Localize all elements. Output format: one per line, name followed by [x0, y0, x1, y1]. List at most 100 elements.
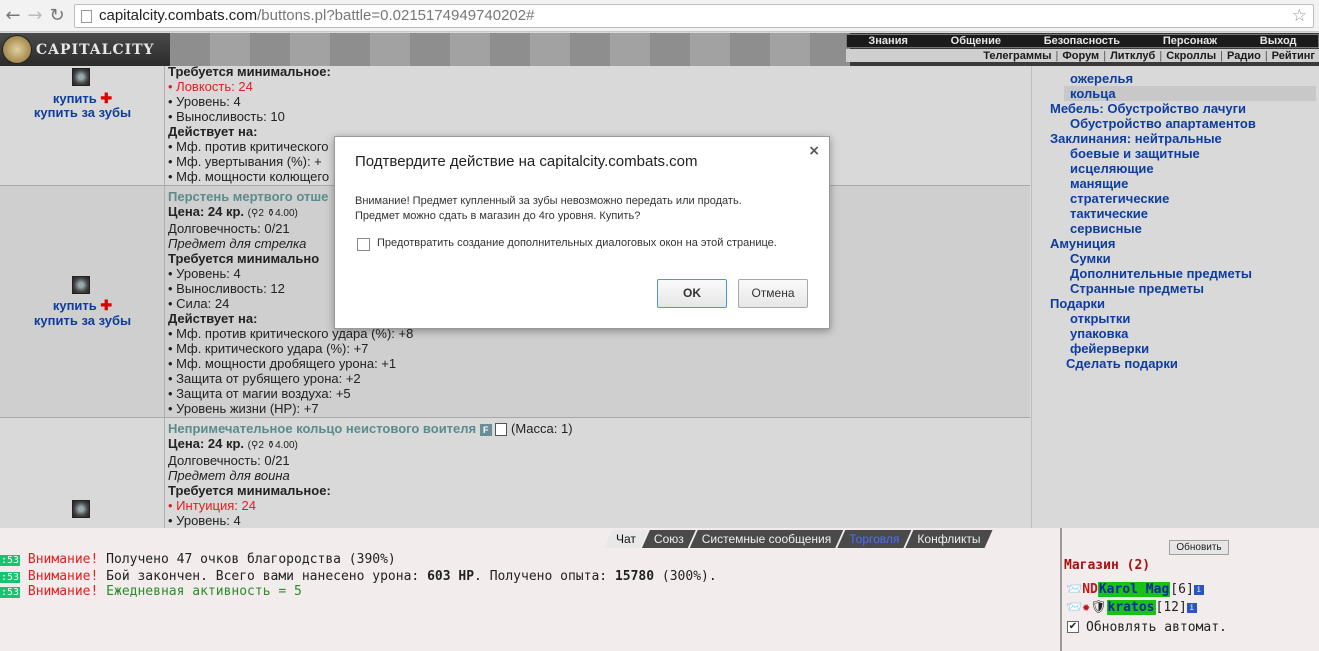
submenu-telegrams[interactable]: Телеграммы — [983, 50, 1051, 62]
info-icon[interactable]: i — [1186, 602, 1197, 613]
tab-conflicts[interactable]: Конфликты — [905, 530, 992, 548]
user-entry: 📨✹🛡kratos[12] i — [1066, 600, 1197, 615]
address-bar[interactable]: capitalcity.combats.com/buttons.pl?battl… — [74, 4, 1314, 28]
cancel-button[interactable]: Отмена — [738, 279, 808, 308]
url-path: /buttons.pl?battle=0.0215174949740202# — [257, 7, 535, 24]
page-icon — [81, 10, 92, 23]
timestamp[interactable]: :53 — [0, 587, 21, 598]
document-icon[interactable] — [495, 423, 508, 437]
info-icon[interactable]: i — [1193, 584, 1204, 595]
private-message-icon[interactable]: 📨 — [1066, 600, 1082, 615]
refresh-button[interactable]: Обновить — [1169, 540, 1229, 555]
sub-menu: Телеграммы | Форум | Литклуб | Скроллы | Рад… — [846, 49, 1319, 62]
effect-line: Защита от рубящего урона: +2 — [176, 371, 361, 386]
chat-message: :53 Внимание! Получено 47 очков благород… — [0, 552, 396, 567]
tab-union[interactable]: Союз — [642, 530, 696, 548]
item-price-extra: (⚲2 ⚱4.00) — [247, 208, 298, 219]
suppress-dialogs-checkbox[interactable] — [357, 238, 370, 251]
confirm-dialog: Подтвердите действие на capitalcity.comb… — [334, 136, 830, 329]
align-icon: 🛡 — [1090, 600, 1107, 615]
bookmark-star-icon[interactable]: ☆ — [1292, 5, 1307, 27]
chat-tabs: Чат Союз Системные сообщения Торговля Ко… — [604, 530, 987, 548]
dialog-title: Подтвердите действие на capitalcity.comb… — [355, 153, 698, 170]
f-badge-icon[interactable]: F — [479, 423, 492, 436]
item-price: Цена: 24 кр. — [168, 436, 245, 452]
category-bags[interactable]: Сумки — [1070, 251, 1111, 266]
menu-exit[interactable]: Выход — [1260, 35, 1297, 47]
logo-text: CAPITALCITY — [36, 42, 155, 58]
category-healing[interactable]: исцеляющие — [1070, 161, 1154, 176]
menu-knowledge[interactable]: Знания — [868, 35, 907, 47]
shop-title: Магазин (2) — [1064, 558, 1151, 573]
user-name[interactable]: kratos — [1106, 600, 1156, 615]
auto-refresh-checkbox[interactable]: ✔ — [1067, 621, 1079, 633]
url-host: capitalcity.combats.com — [99, 7, 258, 24]
menu-character[interactable]: Персонаж — [1163, 35, 1217, 47]
back-icon[interactable]: ← — [2, 5, 24, 27]
req-title: Требуется минимальное: — [168, 483, 331, 499]
category-ammunition[interactable]: Амуниция — [1050, 236, 1115, 251]
req-title: Требуется минимальное: — [168, 66, 331, 79]
item-name[interactable]: Непримечательное кольцо неистового воите… — [168, 421, 476, 436]
suppress-dialogs-label[interactable]: Предотвратить создание дополнительных ди… — [377, 237, 777, 249]
req-line: Уровень: 4 — [176, 513, 241, 528]
buy-link[interactable]: купить ✚ — [0, 297, 165, 314]
tab-trade[interactable]: Торговля — [837, 530, 911, 548]
category-combat-spells[interactable]: боевые и защитные — [1070, 146, 1200, 161]
item-price-extra: (⚲2 ⚱4.00) — [247, 440, 298, 452]
category-packaging[interactable]: упаковка — [1070, 326, 1128, 341]
dialog-message: Внимание! Предмет купленный за зубы нево… — [355, 195, 742, 222]
browser-toolbar: ← → ↻ capitalcity.combats.com/buttons.pl… — [0, 0, 1319, 32]
top-menu: Знания Общение Безопасность Персонаж Вых… — [846, 34, 1319, 48]
category-service[interactable]: сервисные — [1070, 221, 1142, 236]
submenu-scrolls[interactable]: Скроллы — [1166, 50, 1216, 62]
category-luring[interactable]: манящие — [1070, 176, 1128, 191]
category-furniture[interactable]: Мебель: Обустройство лачуги — [1050, 101, 1246, 116]
category-fireworks[interactable]: фейерверки — [1070, 341, 1149, 356]
logo: CAPITALCITY — [0, 33, 170, 66]
close-icon[interactable]: × — [808, 143, 820, 159]
crest-icon — [2, 35, 32, 64]
timestamp[interactable]: :53 — [0, 572, 21, 583]
reload-icon[interactable]: ↻ — [46, 5, 68, 27]
req-line: Интуиция: 24 — [176, 498, 256, 514]
submenu-radio[interactable]: Радио — [1227, 50, 1261, 62]
category-rings[interactable]: кольца — [1070, 86, 1116, 101]
submenu-forum[interactable]: Форум — [1062, 50, 1099, 62]
category-list: ожерелья кольца Мебель: Обустройство лач… — [1031, 66, 1319, 528]
category-tactical[interactable]: тактические — [1070, 206, 1148, 221]
menu-security[interactable]: Безопасность — [1044, 35, 1120, 47]
item-durability: Долговечность: 0/21 — [168, 453, 290, 469]
category-gifts[interactable]: Подарки — [1050, 296, 1105, 311]
menu-communication[interactable]: Общение — [951, 35, 1001, 47]
req-line: • Ловкость: 24 — [168, 79, 253, 94]
chat-message: :53 Внимание! Бой закончен. Всего вами н… — [0, 569, 717, 584]
category-apartments[interactable]: Обустройство апартаментов — [1070, 116, 1256, 131]
category-strange[interactable]: Странные предметы — [1070, 281, 1204, 296]
category-strategic[interactable]: стратегические — [1070, 191, 1169, 206]
submenu-litclub[interactable]: Литклуб — [1110, 50, 1155, 62]
make-gifts-link[interactable]: Сделать подарки — [1066, 356, 1178, 371]
ring-image — [72, 500, 90, 518]
tab-chat[interactable]: Чат — [604, 530, 648, 548]
timestamp[interactable]: :53 — [0, 555, 21, 566]
category-necklaces[interactable]: ожерелья — [1070, 71, 1133, 86]
item-mass: (Масса: 1) — [511, 421, 573, 436]
buy-for-teeth-link[interactable]: купить за зубы — [0, 105, 165, 120]
category-spells[interactable]: Заклинания: нейтральные — [1050, 131, 1222, 146]
private-message-icon[interactable]: 📨 — [1066, 582, 1082, 597]
ok-button[interactable]: OK — [657, 279, 727, 308]
tab-system-messages[interactable]: Системные сообщения — [690, 530, 844, 548]
user-name[interactable]: Karol Mag — [1097, 582, 1171, 597]
forward-icon[interactable]: → — [24, 5, 46, 27]
clan-icon: ND — [1082, 582, 1098, 597]
plus-icon: ✚ — [100, 297, 113, 313]
req-line: Сила: 24 — [176, 296, 230, 311]
submenu-rating[interactable]: Рейтинг — [1272, 50, 1315, 62]
buy-for-teeth-link[interactable]: купить за зубы — [0, 313, 165, 328]
req-line: Выносливость: 12 — [176, 281, 285, 296]
category-additional[interactable]: Дополнительные предметы — [1070, 266, 1252, 281]
auto-refresh-label[interactable]: Обновлять автомат. — [1086, 620, 1227, 635]
category-postcards[interactable]: открытки — [1070, 311, 1130, 326]
item-class: Предмет для воина — [168, 468, 290, 484]
